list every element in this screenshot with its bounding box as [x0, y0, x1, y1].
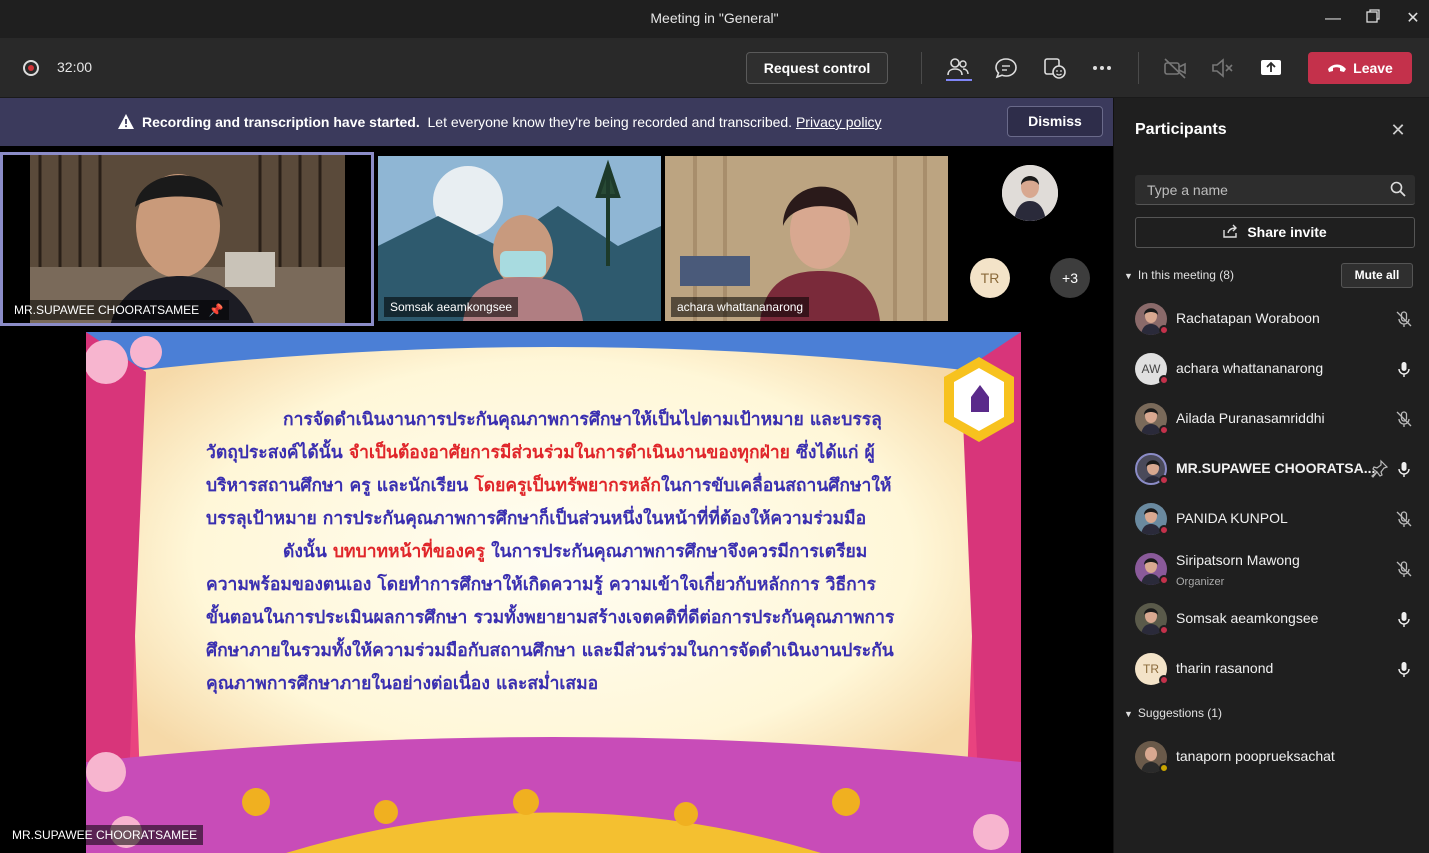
- search-icon[interactable]: [1390, 181, 1406, 202]
- share-invite-button[interactable]: Share invite: [1135, 217, 1415, 248]
- participant-name: Somsak aeamkongsee: [384, 297, 519, 317]
- dismiss-button[interactable]: Dismiss: [1007, 106, 1103, 137]
- mic-icon[interactable]: [1394, 359, 1414, 379]
- meeting-toolbar: 32:00 Request control Leave: [0, 38, 1429, 98]
- participant-name: Rachatapan Woraboon: [1176, 310, 1320, 326]
- status-badge: [1159, 375, 1169, 385]
- reactions-icon[interactable]: [1040, 54, 1068, 82]
- participant-name: Ailada Puranasamriddhi: [1176, 410, 1325, 426]
- share-invite-label: Share invite: [1247, 224, 1327, 240]
- shared-screen: การจัดดำเนินงานการประกันคุณภาพการศึกษาให…: [86, 332, 1021, 853]
- leave-label: Leave: [1353, 60, 1393, 76]
- chevron-down-icon: ▼: [1124, 709, 1133, 719]
- minimize-icon[interactable]: —: [1322, 8, 1344, 30]
- participant-row[interactable]: TR tharin rasanond: [1114, 644, 1429, 694]
- close-icon[interactable]: ✕: [1388, 120, 1408, 140]
- privacy-policy-link[interactable]: Privacy policy: [796, 114, 882, 130]
- close-window-icon[interactable]: ✕: [1402, 8, 1424, 30]
- window-title: Meeting in "General": [650, 10, 779, 26]
- suggestions-header[interactable]: ▼ Suggestions (1): [1124, 706, 1222, 720]
- status-badge: [1159, 475, 1169, 485]
- slide-text-segment: ดังนั้น: [283, 542, 333, 562]
- participant-row[interactable]: AW achara whattananarong: [1114, 344, 1429, 394]
- suggested-participant-row[interactable]: tanaporn pooprueksachat: [1114, 732, 1429, 782]
- participant-row[interactable]: MR.SUPAWEE CHOORATSA...: [1114, 444, 1429, 494]
- mic-muted-icon[interactable]: [1394, 559, 1414, 579]
- participant-name: tharin rasanond: [1176, 660, 1274, 676]
- mic-muted-icon[interactable]: [1394, 309, 1414, 329]
- participant-row[interactable]: PANIDA KUNPOL: [1114, 494, 1429, 544]
- status-badge: [1159, 625, 1169, 635]
- status-badge: [1159, 525, 1169, 535]
- chevron-down-icon: ▼: [1124, 271, 1133, 281]
- banner-message: Let everyone know they're being recorded…: [427, 114, 793, 130]
- participant-role: Organizer: [1176, 576, 1225, 588]
- request-control-button[interactable]: Request control: [746, 52, 888, 84]
- mute-all-button[interactable]: Mute all: [1341, 263, 1413, 288]
- status-badge: [1159, 763, 1169, 773]
- mic-icon[interactable]: [1394, 459, 1414, 479]
- video-tile[interactable]: MR.SUPAWEE CHOORATSAMEE 📌: [0, 152, 374, 326]
- video-tile[interactable]: achara whattananarong: [665, 156, 948, 321]
- status-badge: [1159, 325, 1169, 335]
- panel-title: Participants: [1135, 121, 1227, 138]
- mic-off-icon[interactable]: [1208, 54, 1236, 82]
- toolbar-divider: [1138, 52, 1139, 84]
- status-badge: [1159, 675, 1169, 685]
- participant-row[interactable]: Somsak aeamkongsee: [1114, 594, 1429, 644]
- banner-title: Recording and transcription have started…: [142, 114, 420, 130]
- presenter-name: MR.SUPAWEE CHOORATSAMEE: [6, 825, 204, 845]
- mic-icon[interactable]: [1394, 659, 1414, 679]
- participant-name: tanaporn pooprueksachat: [1176, 748, 1335, 764]
- participant-row[interactable]: Ailada Puranasamriddhi: [1114, 394, 1429, 444]
- participant-name: MR.SUPAWEE CHOORATSAMEE: [14, 303, 200, 317]
- status-badge: [1159, 425, 1169, 435]
- search-box: [1135, 175, 1415, 205]
- share-screen-icon[interactable]: [1257, 54, 1285, 82]
- slide-text: การจัดดำเนินงานการประกันคุณภาพการศึกษาให…: [206, 404, 896, 701]
- camera-off-icon[interactable]: [1161, 54, 1189, 82]
- slide-text-segment: ในการประกันคุณภาพการศึกษาจึงควรมีการเตรี…: [206, 542, 895, 694]
- chat-icon[interactable]: [992, 54, 1020, 82]
- mic-icon[interactable]: [1394, 609, 1414, 629]
- warning-icon: [117, 113, 135, 135]
- in-meeting-label: In this meeting (8): [1137, 268, 1234, 282]
- slide-highlight: บทบาทหน้าที่ของครู: [332, 542, 486, 562]
- participant-initials-avatar[interactable]: TR: [970, 258, 1010, 298]
- more-options-icon[interactable]: [1088, 54, 1116, 82]
- phone-hangup-icon: [1327, 53, 1347, 85]
- recording-banner: Recording and transcription have started…: [0, 98, 1113, 146]
- share-icon: [1223, 219, 1239, 248]
- recording-icon: [23, 60, 39, 76]
- participant-name: PANIDA KUNPOL: [1176, 510, 1288, 526]
- participant-name: achara whattananarong: [1176, 360, 1324, 376]
- suggestions-label: Suggestions (1): [1137, 706, 1222, 720]
- participant-name: achara whattananarong: [671, 297, 810, 317]
- participant-row[interactable]: Rachatapan Woraboon: [1114, 294, 1429, 344]
- participant-name: MR.SUPAWEE CHOORATSA...: [1176, 460, 1376, 476]
- participant-name: Siripatsorn Mawong: [1176, 552, 1300, 568]
- in-meeting-header[interactable]: ▼ In this meeting (8): [1124, 268, 1234, 282]
- participant-row[interactable]: Siripatsorn Mawong Organizer: [1114, 544, 1429, 594]
- participants-icon[interactable]: [944, 54, 976, 82]
- participant-avatar[interactable]: [1002, 165, 1058, 221]
- participants-panel: Participants ✕ Share invite ▼ In this mee…: [1113, 98, 1429, 853]
- pin-icon[interactable]: [1369, 459, 1389, 479]
- more-participants-button[interactable]: +3: [1050, 258, 1090, 298]
- title-bar: Meeting in "General" — ✕: [0, 0, 1429, 38]
- slide-highlight: โดยครูเป็นทรัพยากรหลัก: [474, 476, 661, 496]
- meeting-timer: 32:00: [57, 59, 93, 75]
- mic-muted-icon[interactable]: [1394, 409, 1414, 429]
- status-badge: [1159, 575, 1169, 585]
- video-tile[interactable]: Somsak aeamkongsee: [378, 156, 661, 321]
- participant-name: Somsak aeamkongsee: [1176, 610, 1319, 626]
- pin-icon: 📌: [208, 303, 224, 317]
- slide-highlight: จำเป็นต้องอาศัยการมีส่วนร่วมในการดำเนินง…: [348, 443, 790, 463]
- mic-muted-icon[interactable]: [1394, 509, 1414, 529]
- search-input[interactable]: [1135, 175, 1375, 205]
- leave-button[interactable]: Leave: [1308, 52, 1412, 84]
- toolbar-divider: [921, 52, 922, 84]
- restore-icon[interactable]: [1362, 8, 1384, 30]
